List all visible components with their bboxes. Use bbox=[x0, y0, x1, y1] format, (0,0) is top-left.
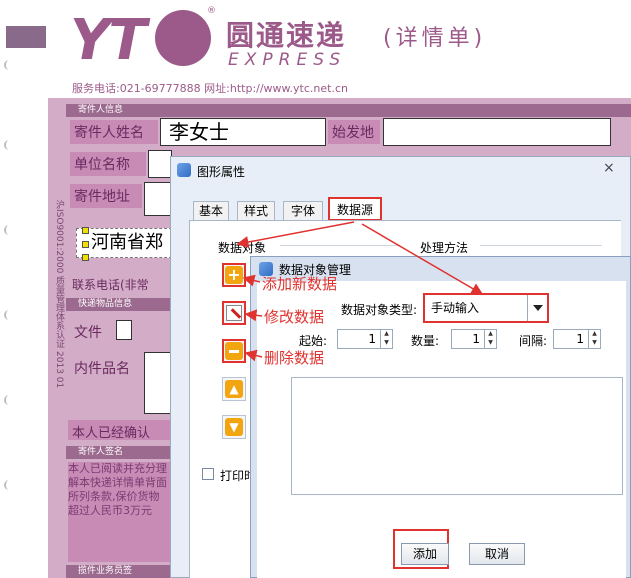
annotation-delete: 删除数据 bbox=[264, 349, 325, 367]
annotation-add: 添加新数据 bbox=[262, 275, 338, 293]
annotation-edit: 修改数据 bbox=[264, 308, 325, 326]
